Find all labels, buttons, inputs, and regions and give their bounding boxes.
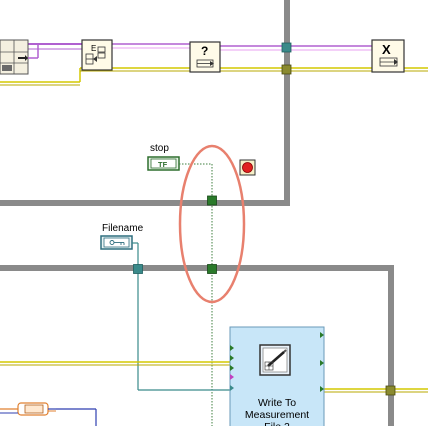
unbundle-icon[interactable]: E: [81, 39, 113, 71]
close-file-icon[interactable]: X: [371, 39, 405, 73]
block-diagram: E ? X TF: [0, 0, 428, 426]
path-tunnel[interactable]: [133, 264, 143, 274]
bundle-node-partial[interactable]: [17, 402, 56, 416]
write-vi-title-line1: Write To: [257, 397, 297, 409]
error-tunnel-bottom[interactable]: [385, 385, 396, 396]
write-vi-title-line3: File 2: [230, 421, 324, 426]
filename-label: Filename: [102, 223, 144, 234]
case-selector-icon[interactable]: ?: [189, 41, 221, 73]
error-wire-bottom[interactable]: [0, 361, 428, 393]
svg-text:X: X: [382, 42, 391, 57]
refnum-wire[interactable]: [0, 43, 372, 51]
refnum-tunnel[interactable]: [281, 42, 292, 53]
while-loop-frame-bottom[interactable]: [0, 265, 394, 426]
error-tunnel[interactable]: [281, 64, 292, 75]
svg-text:?: ?: [201, 44, 208, 58]
filename-control[interactable]: [100, 235, 133, 250]
build-array-node[interactable]: [0, 39, 29, 75]
write-measurement-icon: [259, 344, 291, 376]
svg-text:E: E: [91, 44, 96, 53]
write-vi-title-line2: Measurement: [244, 409, 310, 421]
stop-label: stop: [150, 143, 169, 154]
stop-button-icon[interactable]: [239, 159, 256, 176]
stop-terminal-text: TF: [158, 160, 168, 169]
stop-boolean-tunnel[interactable]: [207, 195, 217, 206]
stop-control[interactable]: TF: [147, 156, 180, 171]
stop-boolean-tunnel-lower[interactable]: [207, 264, 217, 274]
